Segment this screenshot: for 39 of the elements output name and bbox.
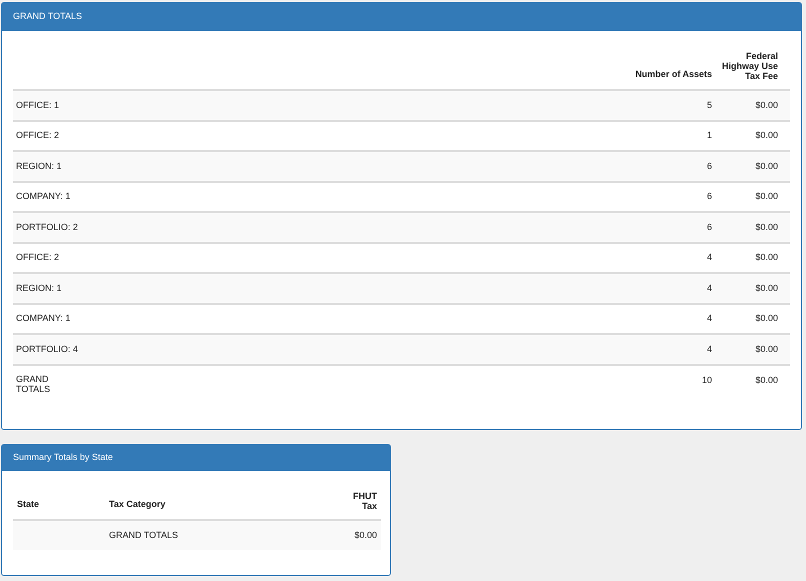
table-cell-text: 4 [706,312,712,325]
table-cell-text: $0.00 [754,312,778,325]
table-cell-text: 4 [706,342,712,356]
row-label: REGION: 1 [15,282,63,294]
table-cell-text: 10 [700,374,712,386]
row-label: REGION: 1 [15,160,63,172]
row-label: OFFICE: 2 [15,129,60,142]
table-cell-text: 5 [706,98,712,112]
table-cell-text: 4 [706,251,712,264]
table-cell-text: $0.00 [754,374,778,386]
table-cell-text: $0.00 [754,98,778,112]
table-cell-text: $0.00 [754,129,778,142]
table-cell-text: 6 [706,160,712,172]
table-cell-text: $0.00 [754,342,778,356]
column-header: FHUT Tax [352,491,377,511]
column-header: State [16,498,40,510]
row-label: PORTFOLIO: 4 [15,342,79,356]
table-cell-text: GRAND TOTALS [109,528,180,542]
row-label: PORTFOLIO: 2 [15,220,79,234]
table-cell-text: 6 [706,220,712,234]
table-cell-text: $0.00 [354,528,377,542]
table-cell-text: $0.00 [754,220,778,234]
column-header: Tax Category [109,498,166,511]
row-label: OFFICE: 1 [15,98,60,112]
row-label: OFFICE: 2 [15,251,60,264]
column-header: Number of Assets [634,68,712,80]
table-cell-text: 6 [706,190,712,203]
table-cell-text: $0.00 [754,160,778,172]
panel-title: GRAND TOTALS [13,10,82,24]
table-cell-text: 4 [706,282,712,294]
row-label: GRAND TOTALS [15,372,52,394]
row-label: COMPANY: 1 [15,312,72,325]
panel-title: Summary Totals by State [13,451,113,464]
table-cell-text: $0.00 [754,190,778,203]
table-cell-text: $0.00 [754,282,778,294]
column-header: Federal Highway Use Tax Fee [720,51,778,81]
row-label: COMPANY: 1 [15,190,72,203]
table-cell-text: $0.00 [754,251,778,264]
table-cell-text: 1 [706,129,712,142]
